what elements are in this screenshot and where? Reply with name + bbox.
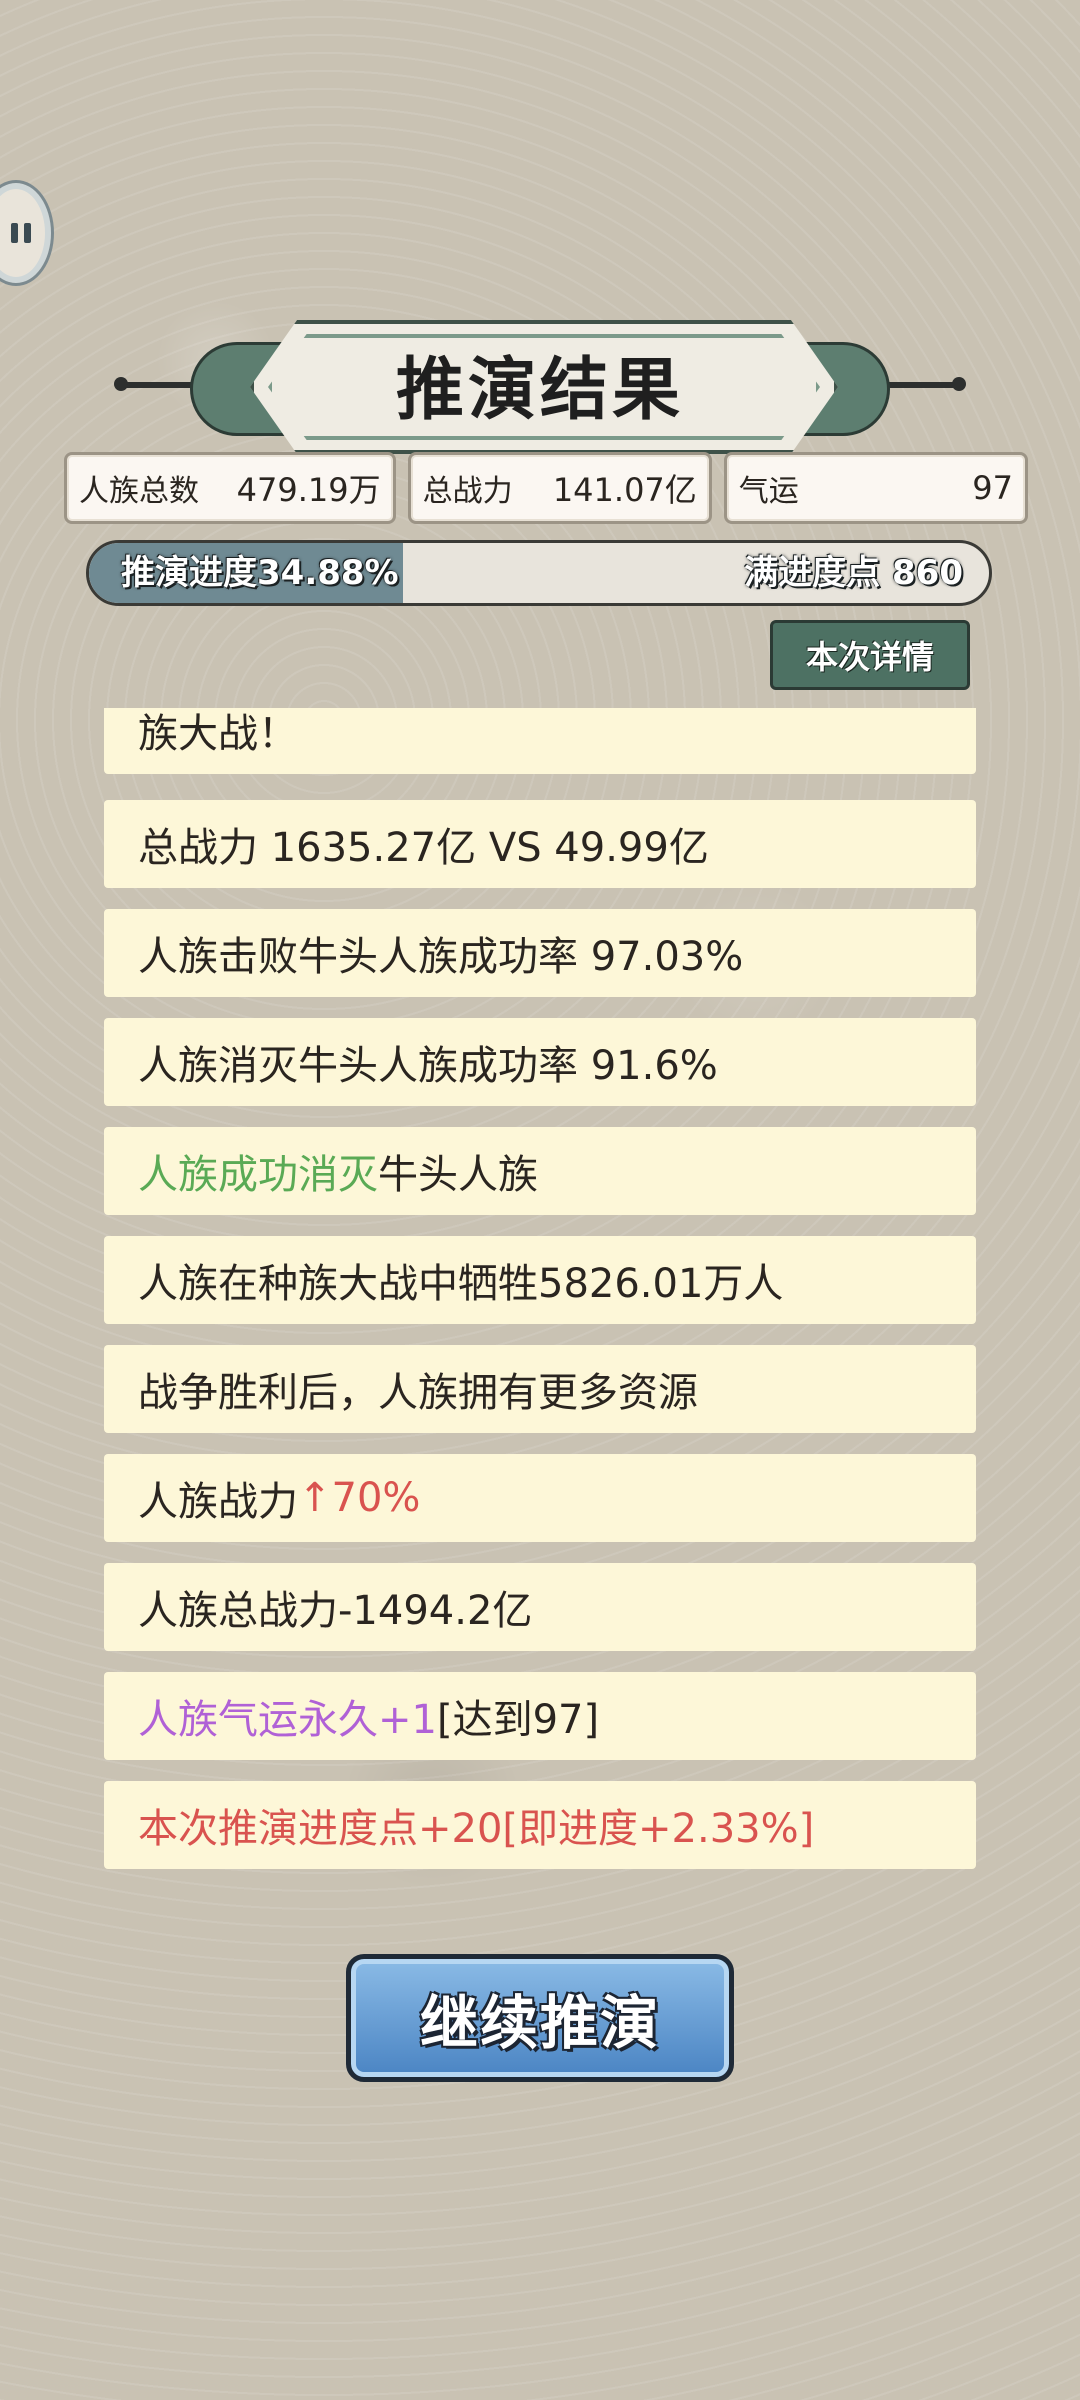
stat-fortune: 气运 97 [723, 452, 1028, 524]
log-entry: 战争胜利后，人族拥有更多资源 [104, 1345, 976, 1433]
log-entry-text: 人族成功消灭 [138, 1152, 378, 1198]
stat-value: 97 [972, 469, 1013, 507]
stat-population: 人族总数 479.19万 [64, 452, 396, 524]
pause-button[interactable] [0, 180, 54, 286]
stat-value: 141.07亿 [552, 471, 697, 509]
continue-button[interactable]: 继续推演 [346, 1954, 734, 2082]
log-entry: 总战力 1635.27亿 VS 49.99亿 [104, 800, 976, 888]
log-entry: 人族成功消灭 牛头人族 [104, 1127, 976, 1215]
log-entry-text: 人族气运永久+1 [138, 1697, 437, 1743]
log-entry-text: 人族消灭牛头人族成功率 91.6% [138, 1043, 718, 1089]
stat-label: 气运 [738, 474, 799, 509]
pause-icon [11, 223, 18, 243]
log-entry-text: 人族总战力-1494.2亿 [138, 1588, 533, 1634]
page-title: 推演结果 [395, 350, 684, 430]
log-entry-text: 总战力 1635.27亿 VS 49.99亿 [138, 825, 709, 871]
title-plaque: 推演结果 [110, 320, 970, 454]
log-entry: 人族击败牛头人族成功率 97.03% [104, 909, 976, 997]
log-entry-text: 战争胜利后，人族拥有更多资源 [138, 1370, 698, 1416]
stat-power: 总战力 141.07亿 [407, 452, 712, 524]
log-entry-text: 本次推演进度点+20[即进度+2.33%] [138, 1806, 815, 1852]
log-entry-text: [达到97] [436, 1697, 600, 1743]
details-button[interactable]: 本次详情 [770, 620, 970, 690]
log-entry-text: 人族战力 [138, 1479, 298, 1525]
pause-icon-bar [24, 223, 31, 243]
log-entry: 族大战！ [104, 708, 976, 774]
log-entry: 人族气运永久+1 [达到97] [104, 1672, 976, 1760]
progress-max-label: 满进度点 860 [744, 553, 963, 593]
progress-label: 推演进度34.88% [121, 553, 399, 593]
stats-bar: 人族总数 479.19万 总战力 141.07亿 气运 97 [64, 452, 1028, 524]
stat-value: 479.19万 [236, 471, 381, 509]
log-entry: 人族总战力-1494.2亿 [104, 1563, 976, 1651]
log-entry: 人族在种族大战中牺牲5826.01万人 [104, 1236, 976, 1324]
stat-label: 总战力 [422, 474, 513, 509]
log-entry-text: ↑70% [298, 1475, 421, 1521]
stat-label: 人族总数 [79, 474, 199, 509]
log-entry-text: 族大战！ [138, 711, 298, 757]
log-entry: 人族消灭牛头人族成功率 91.6% [104, 1018, 976, 1106]
progress-bar: 推演进度34.88% 满进度点 860 [86, 540, 992, 606]
result-log-list[interactable]: 族大战！ 总战力 1635.27亿 VS 49.99亿 人族击败牛头人族成功率 97… [104, 708, 976, 1876]
log-entry: 人族战力 ↑70% [104, 1454, 976, 1542]
log-entry-text: 人族在种族大战中牺牲5826.01万人 [138, 1261, 784, 1307]
log-entry: 本次推演进度点+20[即进度+2.33%] [104, 1781, 976, 1869]
log-entry-text: 人族击败牛头人族成功率 97.03% [138, 934, 744, 980]
log-entry-text: 牛头人族 [378, 1152, 538, 1198]
